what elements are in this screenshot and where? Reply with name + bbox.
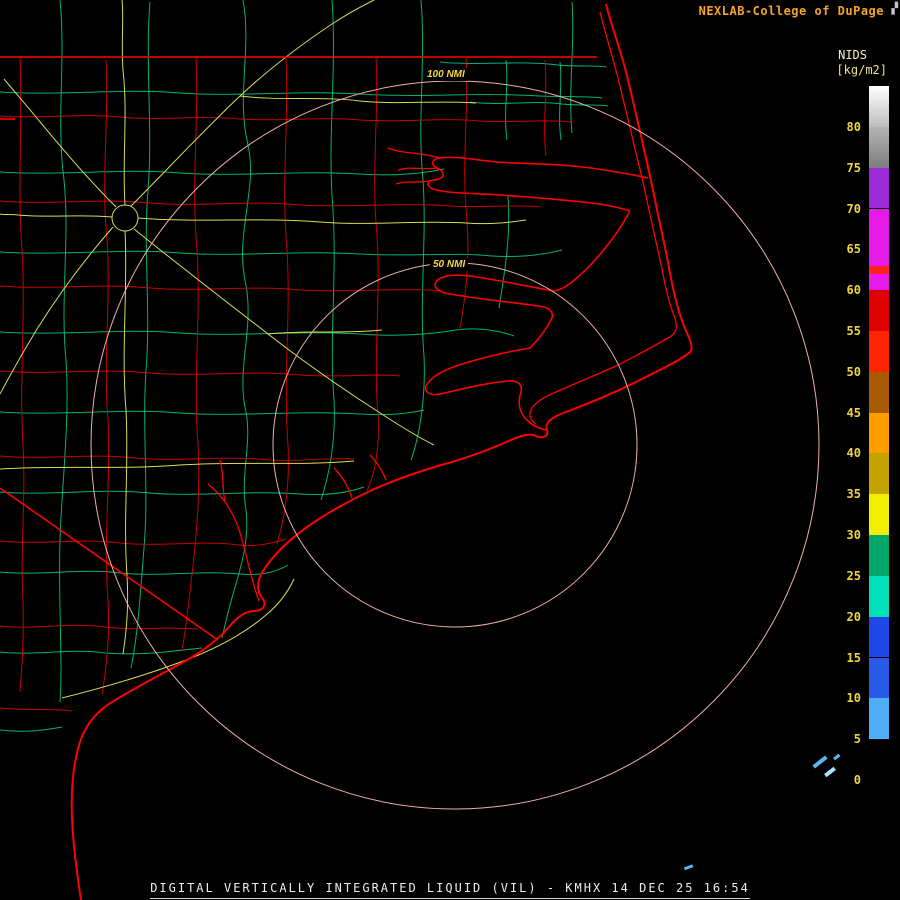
river-finger	[387, 147, 441, 159]
range-ring-50nmi	[272, 262, 638, 628]
colorbar-segment-62-63	[869, 265, 889, 274]
colorbar-tick-label: 10	[846, 691, 861, 706]
colorbar-tick-label: 15	[846, 650, 861, 665]
product-footer-title: DIGITAL VERTICALLY INTEGRATED LIQUID (VI…	[150, 881, 750, 899]
range-ring-label-100nmi: 100 NMI	[424, 68, 468, 81]
state-border-nc-sc	[0, 487, 219, 641]
colorbar-segment-75-80	[869, 126, 889, 168]
colorbar-segment-60-62	[869, 273, 889, 291]
range-ring-label-50nmi: 50 NMI	[430, 258, 469, 271]
radar-echo	[683, 864, 694, 871]
colorbar-tick-label: 55	[846, 323, 861, 338]
cod-logo-icon: ▞	[891, 2, 898, 15]
highways	[0, 0, 527, 699]
colorbar-segment-55-60	[869, 290, 889, 331]
colorbar-tick-label: 25	[846, 568, 861, 583]
coastline-and-borders	[0, 3, 693, 900]
cape-fear-river	[207, 483, 260, 602]
outer-banks-sound-side	[529, 11, 677, 425]
albemarle-sound	[427, 156, 649, 212]
colorbar-segment-15-20	[869, 616, 889, 658]
coastline	[70, 3, 693, 900]
county-lines-green	[0, 0, 609, 732]
colorbar-tick-label: 35	[846, 487, 861, 502]
colorbar-tick-label: 45	[846, 405, 861, 420]
range-ring-100nmi	[90, 80, 820, 810]
colorbar-segment-0-5	[869, 739, 889, 780]
colorbar-segment-5-10	[869, 698, 889, 740]
colorbar-tick-label: 60	[846, 283, 861, 298]
colorbar-tick-label: 20	[846, 609, 861, 624]
colorbar-segment-63-65	[869, 249, 889, 266]
colorbar-tick-label: 0	[853, 773, 861, 787]
colorbar-tick-label: 80	[846, 119, 861, 134]
colorbar-tick-label: 30	[846, 528, 861, 543]
footer: DIGITAL VERTICALLY INTEGRATED LIQUID (VI…	[0, 877, 900, 899]
colorbar-segment-50-55	[869, 330, 889, 372]
colorbar-tick-label: 75	[846, 160, 861, 175]
colorbar-tick-label: 40	[846, 446, 861, 461]
colorbar-segment-80-85	[869, 86, 889, 127]
colorbar-segment-25-30	[869, 535, 889, 576]
river-finger	[397, 167, 438, 171]
colorbar-tick-label: 70	[846, 201, 861, 216]
colorbar-segment-10-15	[869, 657, 889, 699]
radar-display: NEXLAB-College of DuPage ▞ NIDS [kg/m2] …	[0, 0, 900, 900]
colorbar-segment-45-50	[869, 371, 889, 413]
beltline-road	[111, 204, 139, 232]
colorbar-tick-label: 65	[846, 242, 861, 257]
colorbar-tick-label: 50	[846, 364, 861, 379]
colorbar-tick-label: 5	[853, 732, 861, 747]
colorbar	[869, 86, 889, 780]
colorbar-segment-70-75	[869, 167, 889, 209]
pamlico-neuse-shore	[424, 210, 631, 431]
colorbar-segment-40-45	[869, 412, 889, 454]
radar-map	[0, 0, 841, 900]
colorbar-segment-20-25	[869, 575, 889, 617]
range-rings	[90, 80, 820, 810]
colorbar-segment-35-40	[869, 453, 889, 495]
colorbar-segment-65-70	[869, 208, 889, 250]
colorbar-segment-30-35	[869, 494, 889, 535]
colorbar-labels: 80 75 70 65 60 55 50 45 40 35 30 25 20 15 10 5 0	[815, 0, 861, 900]
